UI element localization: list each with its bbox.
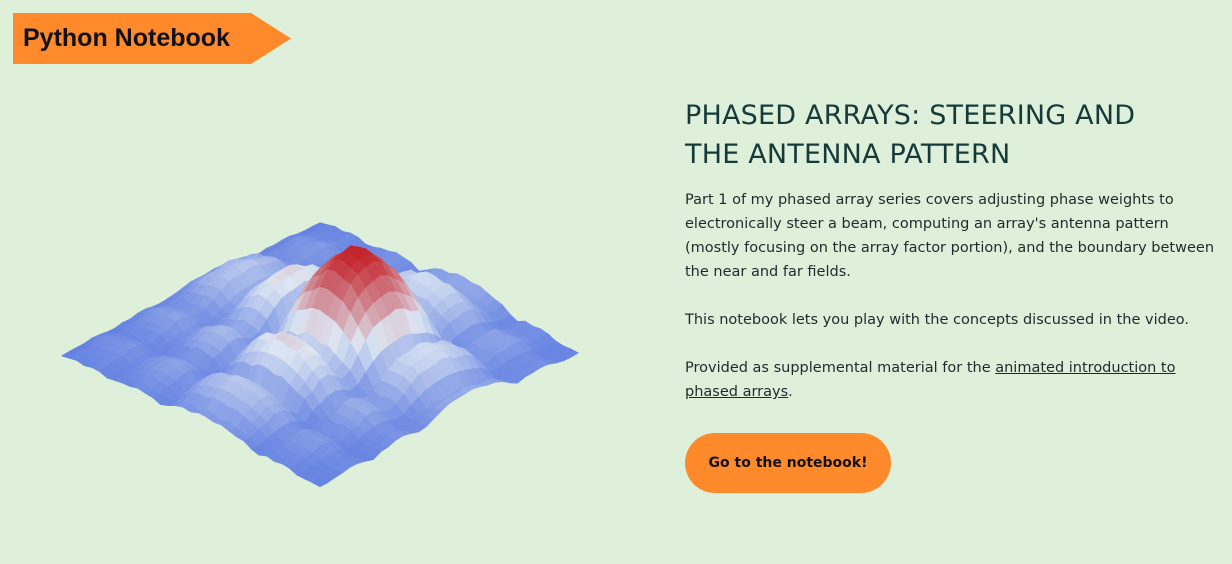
page: Python Notebook PHASED ARRAYS: STEERING … — [0, 0, 1232, 564]
python-notebook-banner: Python Notebook — [13, 13, 291, 64]
go-to-notebook-button[interactable]: Go to the notebook! — [685, 433, 891, 493]
supplemental-prefix: Provided as supplemental material for th… — [685, 360, 996, 376]
article: PHASED ARRAYS: STEERING AND THE ANTENNA … — [685, 96, 1220, 404]
supplemental-suffix: . — [788, 384, 793, 400]
notebook-paragraph: This notebook lets you play with the con… — [685, 312, 1189, 328]
title-line-2: THE ANTENNA PATTERN — [685, 139, 1011, 170]
antenna-pattern-image — [40, 120, 600, 564]
page-title: PHASED ARRAYS: STEERING AND THE ANTENNA … — [685, 96, 1220, 174]
antenna-pattern-plot — [60, 222, 580, 488]
banner-label: Python Notebook — [23, 24, 230, 52]
title-line-1: PHASED ARRAYS: STEERING AND — [685, 100, 1136, 131]
supplemental-paragraph: Provided as supplemental material for th… — [685, 356, 1220, 404]
description-paragraph: Part 1 of my phased array series covers … — [685, 192, 1215, 280]
